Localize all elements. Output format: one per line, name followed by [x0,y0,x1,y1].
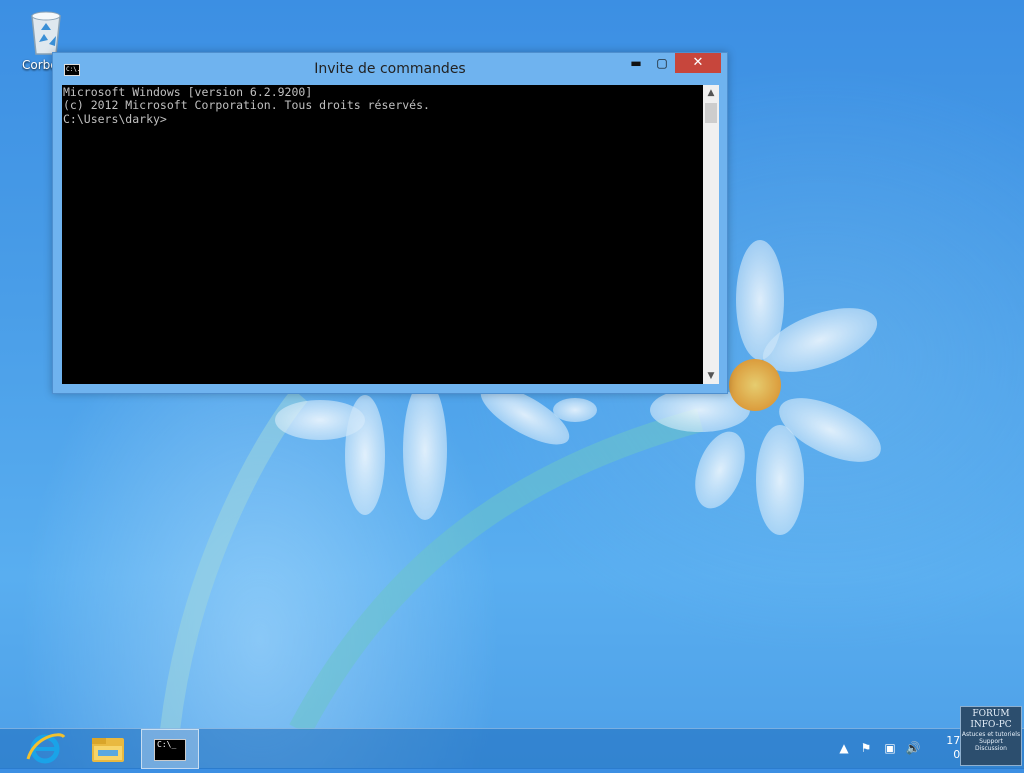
maximize-button[interactable]: ▢ [649,53,675,73]
action-center-flag-icon[interactable]: ⚑ [858,740,874,756]
console-line: Microsoft Windows [version 6.2.9200] [63,85,313,99]
recycle-bin-label: Corbe [22,58,56,72]
watermark-brand: FORUM INFO-PC [970,709,1012,730]
scroll-thumb[interactable] [705,103,717,123]
folder-icon [92,738,124,762]
console-line: (c) 2012 Microsoft Corporation. Tous dro… [63,98,430,112]
forum-watermark-logo: FORUM INFO-PC Astuces et tutoriels Support… [960,706,1022,766]
console-prompt[interactable]: C:\Users\darky> [62,112,703,125]
network-icon[interactable]: ▣ [882,740,898,756]
console-output[interactable]: Microsoft Windows [version 6.2.9200] (c)… [62,85,703,384]
command-prompt-window[interactable]: C:\. Invite de commandes ▬ ▢ ✕ Microsoft… [52,52,728,394]
show-hidden-icons-chevron-icon[interactable]: ▲ [836,740,852,756]
window-titlebar[interactable]: C:\. Invite de commandes ▬ ▢ ✕ [53,53,727,85]
cmd-icon: C:\_ [154,739,186,761]
recycle-bin-icon [31,11,61,55]
taskbar-internet-explorer[interactable] [16,729,74,769]
taskbar-file-explorer[interactable] [79,729,137,769]
volume-icon[interactable]: 🔊 [905,740,921,756]
watermark-tagline: Astuces et tutoriels Support Discussion [961,731,1021,752]
scroll-up-arrow-icon[interactable]: ▲ [703,85,719,101]
minimize-button[interactable]: ▬ [623,53,649,73]
ie-icon [26,733,66,764]
scroll-down-arrow-icon[interactable]: ▼ [703,368,719,384]
taskbar-command-prompt[interactable]: C:\_ [141,729,199,769]
close-button[interactable]: ✕ [675,53,721,73]
vertical-scrollbar[interactable]: ▲ ▼ [703,85,719,384]
